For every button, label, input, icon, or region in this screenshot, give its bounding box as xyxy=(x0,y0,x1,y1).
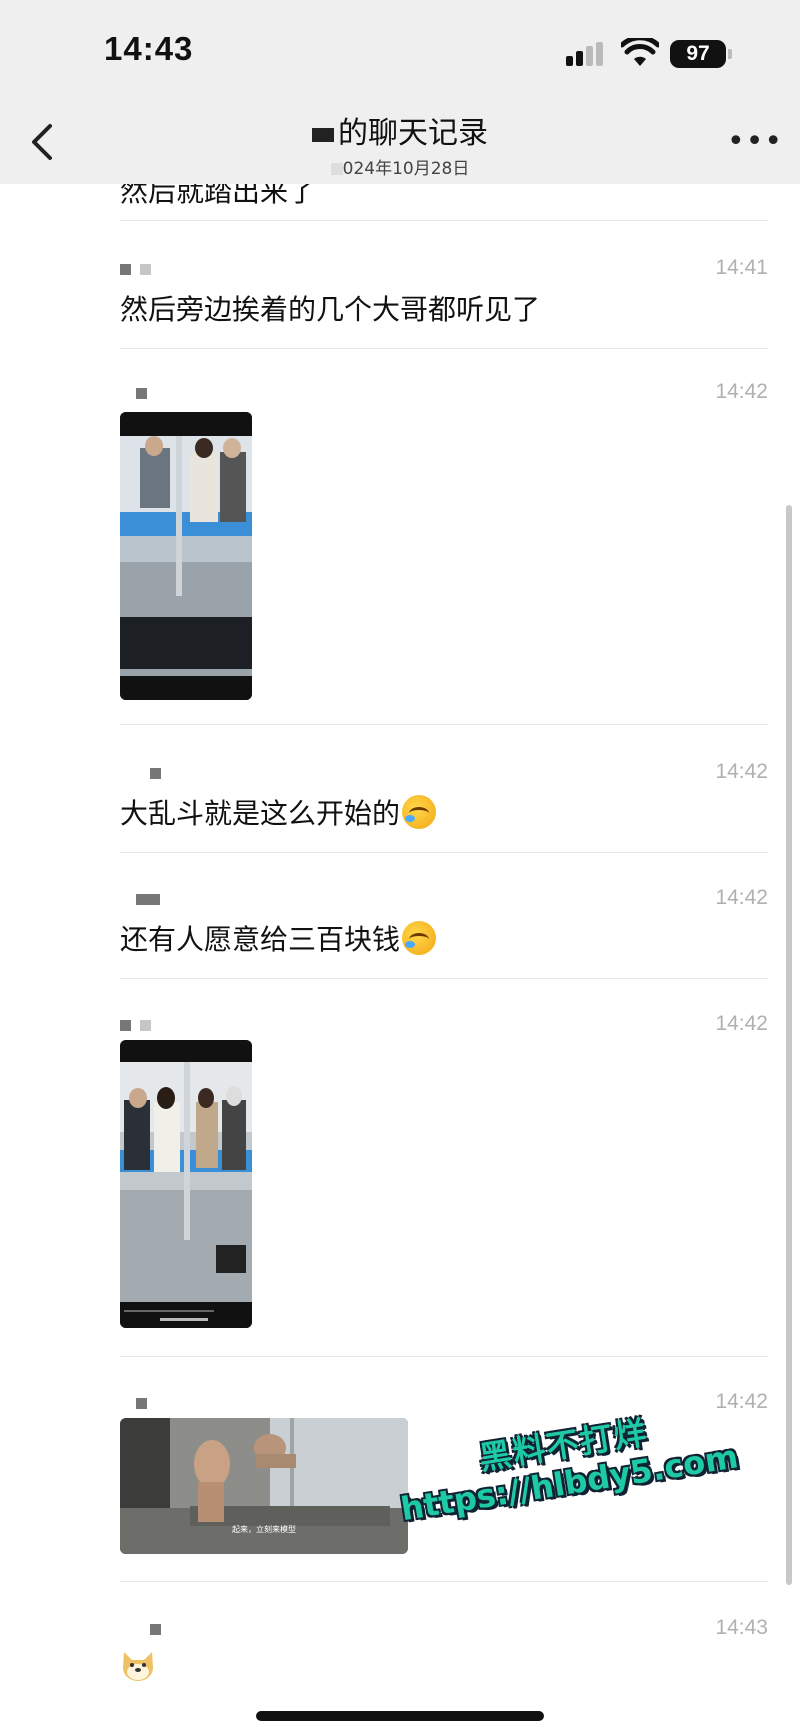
header-date-text: 024年10月28日 xyxy=(342,159,470,179)
message-emoji-row xyxy=(120,1646,156,1689)
header-date: 024年10月28日 xyxy=(0,154,800,179)
message-time: 14:41 xyxy=(715,256,768,279)
subway-scene-image xyxy=(120,1040,252,1328)
message-time: 14:42 xyxy=(715,380,768,403)
doge-emoji-icon xyxy=(123,1652,153,1681)
divider xyxy=(120,978,768,979)
header-title-block: 的聊天记录 024年10月28日 xyxy=(0,108,800,179)
chat-message[interactable]: 14:41 然后旁边挨着的几个大哥都听见了 xyxy=(120,256,768,326)
battery-icon: 97 xyxy=(670,40,726,68)
divider xyxy=(120,220,768,221)
video-thumbnail[interactable] xyxy=(120,412,252,700)
message-text: 还有人愿意给三百块钱 xyxy=(120,923,401,956)
divider xyxy=(120,1356,768,1357)
sender-name-redacted xyxy=(150,1620,170,1635)
sender-name-redacted xyxy=(120,260,160,275)
room-scene-image: 起来，立刻来模型 xyxy=(120,1418,408,1554)
divider xyxy=(120,852,768,853)
sender-name-redacted xyxy=(136,384,156,399)
status-time: 14:43 xyxy=(104,30,194,67)
header-title: 的聊天记录 xyxy=(312,108,488,152)
sender-name-redacted xyxy=(120,1016,160,1031)
chat-message[interactable]: 14:43 xyxy=(120,1616,768,1690)
chat-message[interactable]: 14:42 xyxy=(120,380,768,700)
video-thumbnail[interactable]: 起来，立刻来模型 xyxy=(120,1418,408,1554)
sender-name-redacted xyxy=(150,764,170,779)
subway-scene-image xyxy=(120,412,252,700)
header-title-text: 的聊天记录 xyxy=(338,116,488,151)
crying-laughing-emoji-icon xyxy=(402,921,437,955)
home-indicator[interactable] xyxy=(256,1711,544,1721)
nav-bar: 的聊天记录 024年10月28日 ••• xyxy=(0,100,800,184)
battery-nub xyxy=(728,49,732,59)
cellular-signal-icon xyxy=(566,42,603,66)
divider xyxy=(120,348,768,349)
video-caption: 起来，立刻来模型 xyxy=(232,1524,296,1534)
message-text: 然后旁边挨着的几个大哥都听见了 xyxy=(120,293,541,326)
message-time: 14:43 xyxy=(715,1616,768,1639)
sender-name-redacted xyxy=(136,1394,156,1409)
message-text-row: 大乱斗就是这么开始的 xyxy=(120,792,437,832)
chat-message[interactable]: 14:42 还有人愿意给三百块钱 xyxy=(120,886,768,956)
chat-message[interactable]: 14:42 xyxy=(120,1012,768,1328)
status-bar: 14:43 97 xyxy=(0,0,800,100)
message-time: 14:42 xyxy=(715,1012,768,1035)
wifi-icon xyxy=(621,38,659,66)
message-time: 14:42 xyxy=(715,886,768,909)
video-thumbnail[interactable] xyxy=(120,1040,252,1328)
chat-message[interactable]: 14:42 大乱斗就是这么开始的 xyxy=(120,760,768,830)
redaction-mask xyxy=(330,163,343,175)
crying-laughing-emoji-icon xyxy=(402,795,437,829)
more-options-icon[interactable]: ••• xyxy=(727,127,783,157)
divider xyxy=(120,724,768,725)
sender-name-redacted xyxy=(136,890,169,905)
message-text: 大乱斗就是这么开始的 xyxy=(120,797,401,830)
divider xyxy=(120,1581,768,1582)
message-text-row: 还有人愿意给三百块钱 xyxy=(120,918,437,958)
redaction-mask xyxy=(312,127,334,142)
clipped-message-text: 然后就踏出来了 xyxy=(120,184,317,208)
scrollbar[interactable] xyxy=(786,505,792,1585)
message-time: 14:42 xyxy=(715,760,768,783)
